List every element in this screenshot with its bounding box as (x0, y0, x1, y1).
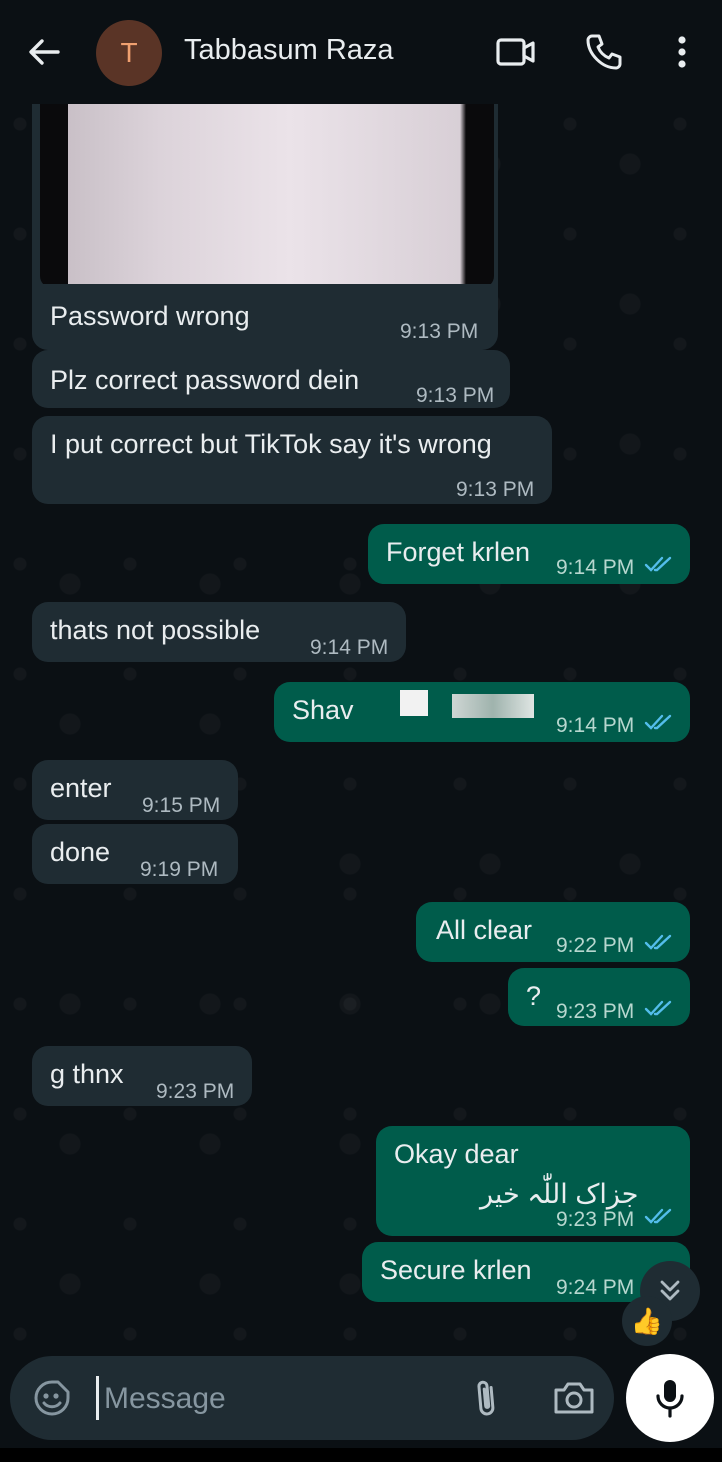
message-incoming[interactable]: done 9:19 PM (32, 824, 238, 884)
blurred-image[interactable] (40, 104, 494, 288)
message-time: 9:13 PM (456, 478, 535, 501)
message-incoming[interactable]: g thnx 9:23 PM (32, 1046, 252, 1106)
voice-message-button[interactable] (626, 1354, 714, 1442)
read-ticks-icon (644, 556, 672, 572)
redaction-mark (452, 694, 534, 718)
message-text: I put correct but TikTok say it's wrong (50, 429, 492, 459)
message-time: 9:23 PM (156, 1080, 235, 1103)
message-text: Plz correct password dein (50, 365, 360, 395)
message-outgoing[interactable]: Shav 9:14 PM (274, 682, 690, 742)
message-time: 9:23 PM (556, 1208, 635, 1231)
message-outgoing[interactable]: Okay dear جزاک اللّٰہ خیر 9:23 PM (376, 1126, 690, 1236)
message-input[interactable] (102, 1372, 446, 1426)
emoji-sticker-icon[interactable] (32, 1378, 72, 1418)
message-text: thats not possible (50, 615, 261, 645)
redaction-mark (400, 690, 428, 716)
avatar[interactable]: T (96, 20, 162, 86)
message-time: 9:24 PM (556, 1276, 635, 1299)
message-outgoing[interactable]: All clear 9:22 PM (416, 902, 690, 962)
text-cursor (96, 1376, 99, 1420)
message-time: 9:14 PM (310, 636, 389, 659)
message-time: 9:23 PM (556, 1000, 635, 1023)
message-text: All clear (436, 915, 533, 945)
chat-area[interactable]: Password wrong 9:13 PM Plz correct passw… (0, 104, 722, 1354)
message-time: 9:14 PM (556, 556, 635, 579)
message-composer (10, 1356, 614, 1440)
message-incoming[interactable]: enter 9:15 PM (32, 760, 238, 820)
read-ticks-icon (644, 934, 672, 950)
video-call-icon[interactable] (496, 32, 536, 72)
message-text: g thnx (50, 1059, 124, 1089)
message-time: 9:13 PM (416, 384, 495, 407)
message-text: Secure krlen (380, 1255, 532, 1285)
message-time: 9:14 PM (556, 714, 635, 737)
read-ticks-icon (644, 714, 672, 730)
voice-call-icon[interactable] (584, 32, 624, 72)
mic-icon (656, 1380, 684, 1418)
system-nav-bar (0, 1448, 722, 1462)
camera-icon[interactable] (552, 1378, 596, 1418)
message-text: Forget krlen (386, 537, 531, 567)
message-incoming[interactable]: thats not possible 9:14 PM (32, 602, 406, 662)
message-text: Password wrong (50, 301, 250, 331)
message-outgoing[interactable]: Forget krlen 9:14 PM (368, 524, 690, 584)
message-outgoing[interactable]: ? 9:23 PM (508, 968, 690, 1026)
read-ticks-icon (644, 1000, 672, 1016)
contact-name[interactable]: Tabbasum Raza (184, 34, 394, 67)
message-time: 9:19 PM (140, 858, 219, 881)
message-incoming[interactable]: I put correct but TikTok say it's wrong … (32, 416, 552, 504)
message-text: Shav (292, 695, 354, 725)
attach-icon[interactable] (468, 1376, 504, 1420)
message-time: 9:22 PM (556, 934, 635, 957)
message-time: 9:15 PM (142, 794, 221, 817)
message-time: 9:13 PM (400, 320, 479, 343)
message-text: done (50, 837, 111, 867)
more-options-icon[interactable] (662, 32, 702, 72)
read-ticks-icon (644, 1208, 672, 1224)
message-text: ? (526, 981, 542, 1011)
message-text: Okay dear (394, 1139, 519, 1169)
message-text: enter (50, 773, 112, 803)
message-incoming[interactable]: Plz correct password dein 9:13 PM (32, 350, 510, 408)
back-arrow-icon[interactable] (24, 32, 64, 72)
avatar-initial: T (120, 37, 138, 68)
chat-header: T Tabbasum Raza (0, 0, 722, 104)
message-incoming[interactable]: Password wrong 9:13 PM (32, 284, 498, 350)
reaction-emoji[interactable]: 👍 (622, 1296, 672, 1346)
